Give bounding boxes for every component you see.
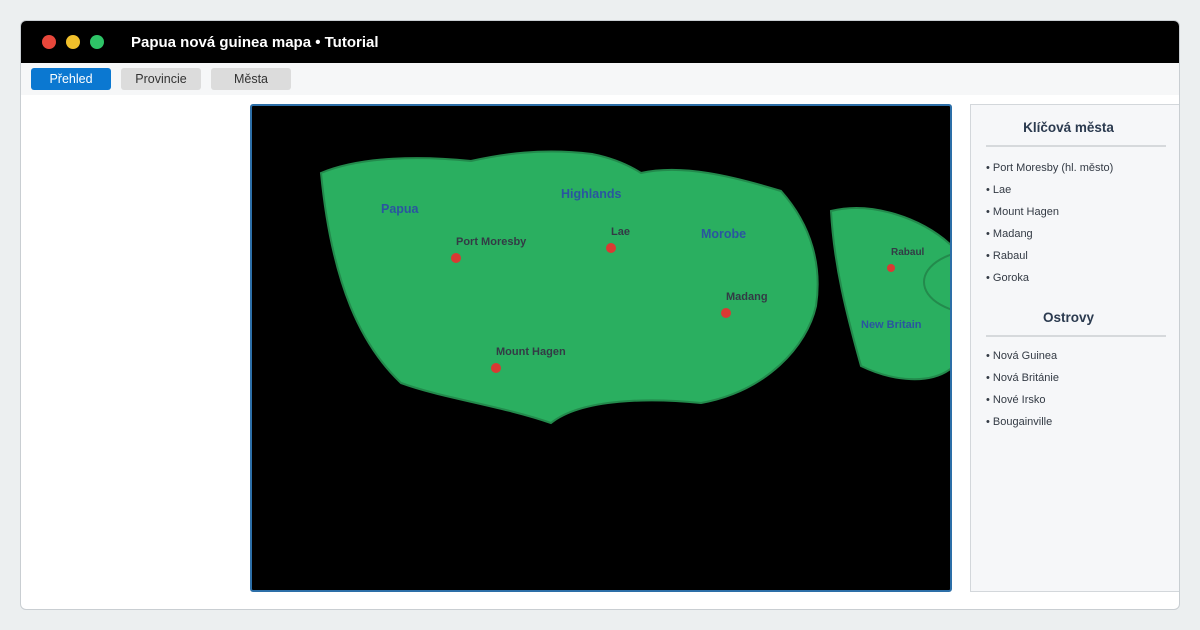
region-label-morobe: Morobe [701, 227, 746, 241]
tab-mesta[interactable]: Města [211, 68, 291, 90]
tab-provincie[interactable]: Provincie [121, 68, 201, 90]
city-marker-mount-hagen[interactable] [491, 363, 501, 373]
city-marker-port-moresby[interactable] [451, 253, 461, 263]
list-item: Goroka [986, 270, 1113, 292]
list-item: Bougainville [986, 414, 1059, 436]
list-item: Rabaul [986, 248, 1113, 270]
list-item: Lae [986, 182, 1113, 204]
city-label-port-moresby: Port Moresby [456, 236, 527, 248]
city-label-lae: Lae [611, 226, 630, 238]
list-item: Nové Irsko [986, 392, 1059, 414]
divider [986, 145, 1166, 147]
region-label-papua: Papua [381, 202, 420, 216]
city-marker-rabaul[interactable] [887, 264, 895, 272]
list-item: Nová Guinea [986, 348, 1059, 370]
title-bar: Papua nová guinea mapa • Tutorial [21, 21, 1179, 63]
islands-list: Nová Guinea Nová Británie Nové Irsko Bou… [986, 348, 1059, 436]
info-sidebar: Klíčová města Port Moresby (hl. město) L… [970, 104, 1179, 592]
city-marker-lae[interactable] [606, 243, 616, 253]
list-item: Mount Hagen [986, 204, 1113, 226]
tab-bar: Přehled Provincie Města [21, 63, 1179, 95]
divider [986, 335, 1166, 337]
tab-prehled[interactable]: Přehled [31, 68, 111, 90]
key-cities-heading: Klíčová města [1023, 120, 1114, 135]
city-label-mount-hagen: Mount Hagen [496, 346, 566, 358]
map-view[interactable]: Papua Highlands Morobe New Britain Port … [250, 104, 952, 592]
maximize-window-button[interactable] [90, 35, 104, 49]
minimize-window-button[interactable] [66, 35, 80, 49]
islands-heading: Ostrovy [1042, 310, 1095, 325]
region-label-new-britain: New Britain [861, 319, 922, 331]
region-label-highlands: Highlands [561, 187, 621, 201]
close-window-button[interactable] [42, 35, 56, 49]
city-marker-madang[interactable] [721, 308, 731, 318]
key-cities-list: Port Moresby (hl. město) Lae Mount Hagen… [986, 160, 1113, 292]
app-window: Papua nová guinea mapa • Tutorial Přehle… [20, 20, 1180, 610]
list-item: Nová Británie [986, 370, 1059, 392]
list-item: Madang [986, 226, 1113, 248]
city-label-rabaul: Rabaul [891, 247, 925, 258]
city-label-madang: Madang [726, 291, 768, 303]
map-canvas[interactable]: Papua Highlands Morobe New Britain Port … [252, 106, 952, 592]
list-item: Port Moresby (hl. město) [986, 160, 1113, 182]
window-title: Papua nová guinea mapa • Tutorial [131, 34, 379, 51]
